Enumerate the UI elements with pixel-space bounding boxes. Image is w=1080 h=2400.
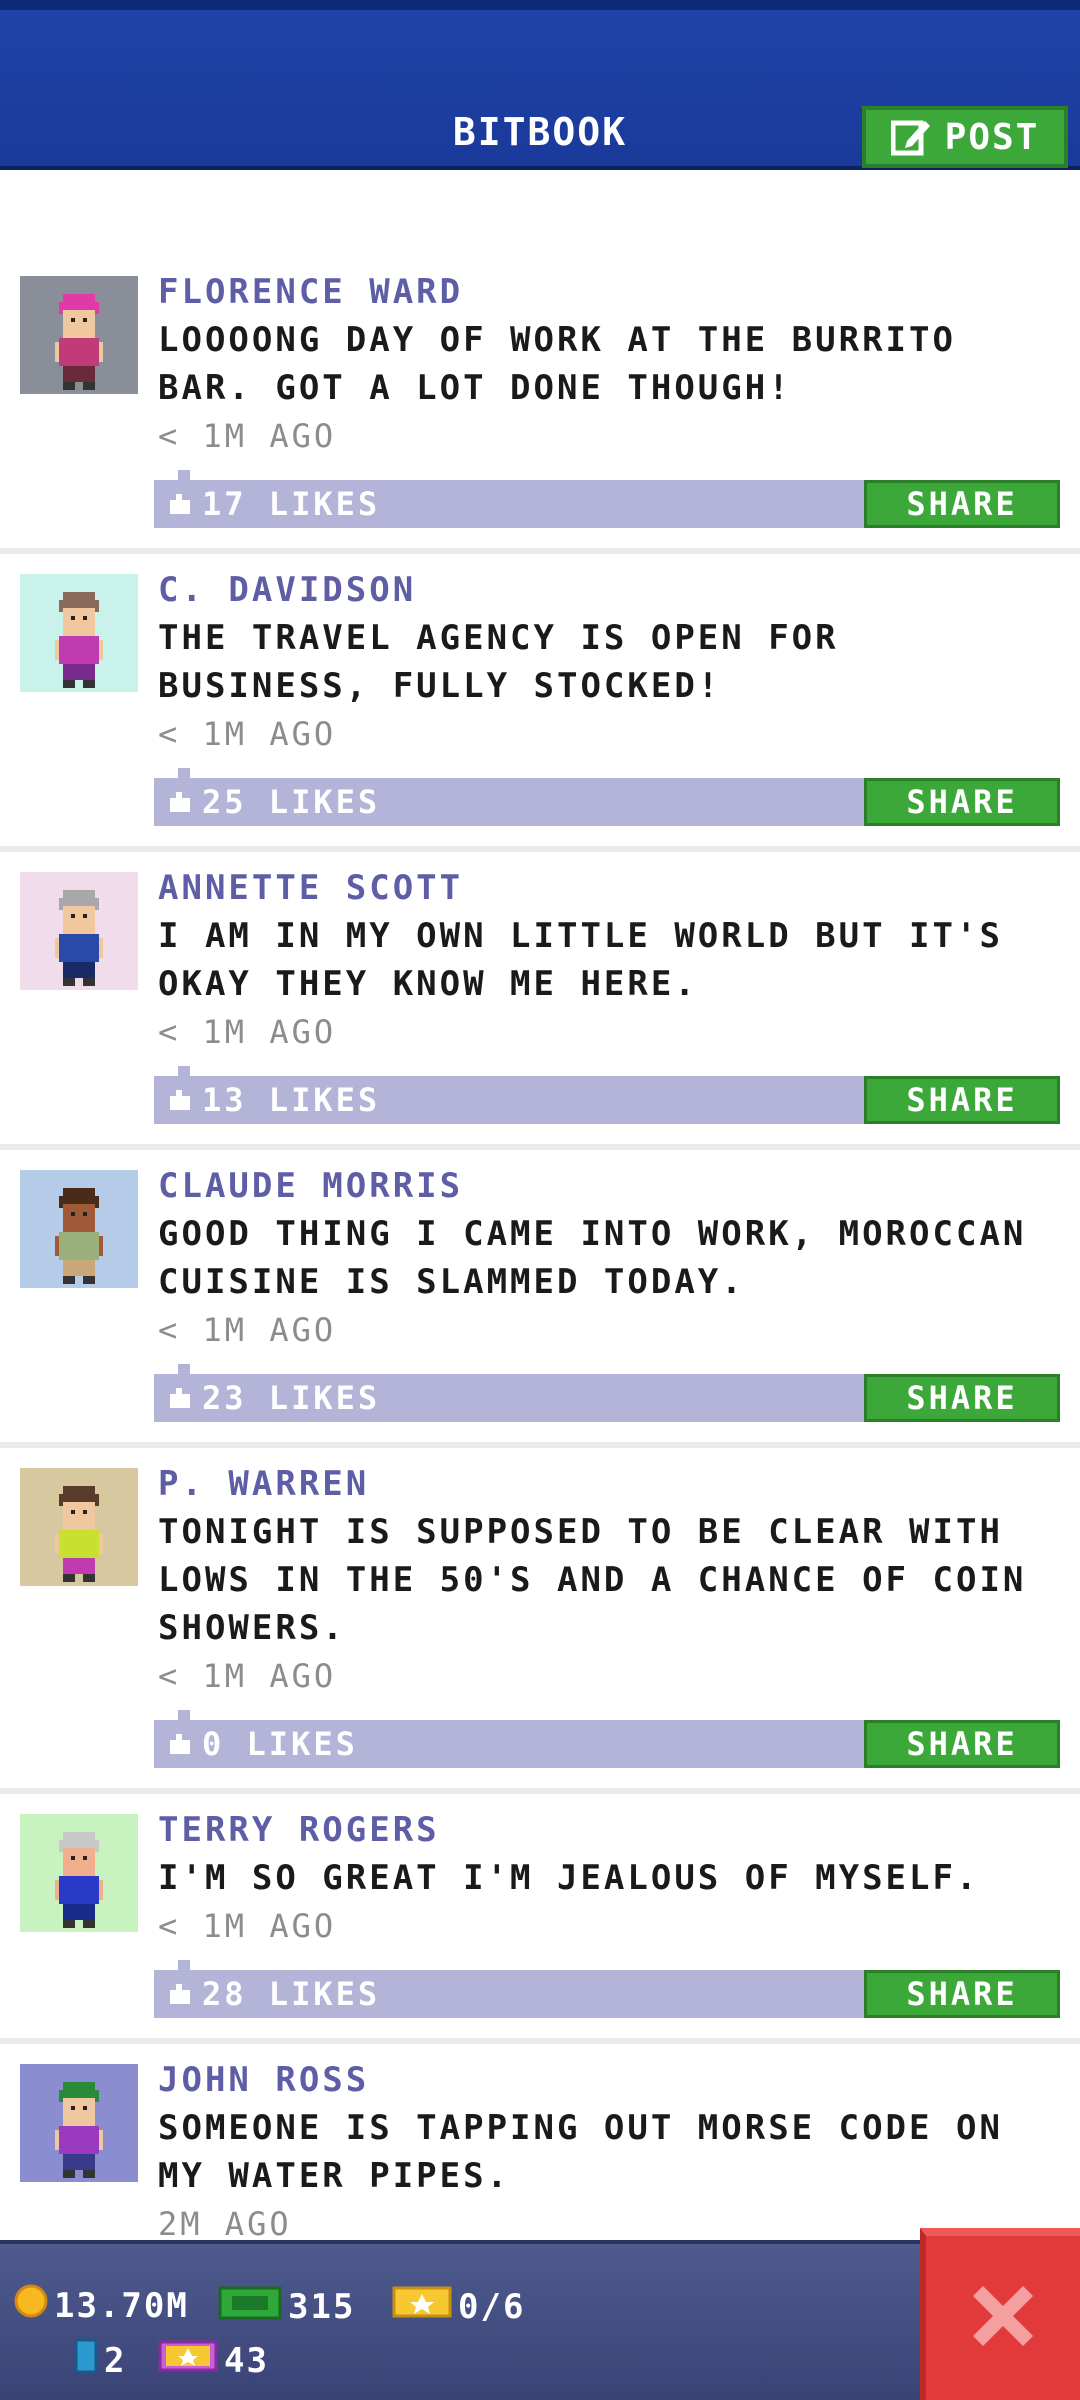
likes-bar: 17 LIKES SHARE: [154, 470, 1060, 528]
likes-count: 25 LIKES: [202, 783, 381, 821]
likes-count: 0 LIKES: [202, 1725, 358, 1763]
likes-bar: 28 LIKES SHARE: [154, 1960, 1060, 2018]
post-button-label: POST: [944, 116, 1040, 158]
post-time: < 1M AGO: [158, 1657, 337, 1695]
post-text: GOOD THING I CAME INTO WORK, MOROCCAN CU…: [158, 1214, 1027, 1302]
avatar[interactable]: [20, 276, 138, 394]
bux-icon: [218, 2284, 282, 2329]
like-icon[interactable]: [168, 494, 192, 514]
compose-icon: [890, 117, 931, 157]
ticket-icon: [392, 2284, 452, 2329]
share-button[interactable]: SHARE: [864, 1076, 1060, 1124]
post-body: P. WARREN TONIGHT IS SUPPOSED TO BE CLEAR…: [154, 1448, 1080, 1768]
person-icon: [55, 592, 103, 688]
like-icon[interactable]: [168, 1388, 192, 1408]
post-body: ANNETTE SCOTT I AM IN MY OWN LITTLE WORLD…: [154, 852, 1080, 1124]
feed-list[interactable]: FLORENCE WARD LOOOONG DAY OF WORK AT THE …: [0, 256, 1080, 2314]
feed-post: C. DAVIDSON THE TRAVEL AGENCY IS OPEN FOR…: [0, 554, 1080, 852]
person-icon: [55, 2082, 103, 2178]
avatar[interactable]: [20, 872, 138, 990]
coin-icon: [14, 2284, 48, 2327]
feed-post: TERRY ROGERS I'M SO GREAT I'M JEALOUS OF …: [0, 1794, 1080, 2044]
avatar[interactable]: [20, 2064, 138, 2182]
post-body: C. DAVIDSON THE TRAVEL AGENCY IS OPEN FOR…: [154, 554, 1080, 826]
like-icon[interactable]: [168, 1984, 192, 2004]
person-icon: [55, 1188, 103, 1284]
tickets-value: 0/6: [458, 2286, 526, 2327]
likes-count: 28 LIKES: [202, 1975, 381, 2013]
feed-post: ANNETTE SCOTT I AM IN MY OWN LITTLE WORLD…: [0, 852, 1080, 1150]
vip-ticket-icon: [158, 2338, 218, 2383]
likes-count: 13 LIKES: [202, 1081, 381, 1119]
vip-value: 43: [224, 2340, 269, 2381]
post-author[interactable]: C. DAVIDSON: [158, 566, 1060, 614]
feed-post: CLAUDE MORRIS GOOD THING I CAME INTO WORK…: [0, 1150, 1080, 1448]
post-author[interactable]: ANNETTE SCOTT: [158, 864, 1060, 912]
like-icon[interactable]: [168, 1090, 192, 1110]
post-button[interactable]: POST: [862, 106, 1068, 168]
elevator-stat: 2: [74, 2338, 126, 2383]
person-icon: [55, 1832, 103, 1928]
post-body: TERRY ROGERS I'M SO GREAT I'M JEALOUS OF …: [154, 1794, 1080, 2018]
avatar[interactable]: [20, 1170, 138, 1288]
bux-stat: 315: [218, 2284, 355, 2329]
likes-count: 17 LIKES: [202, 485, 381, 523]
post-author[interactable]: FLORENCE WARD: [158, 268, 1060, 316]
feed-post: P. WARREN TONIGHT IS SUPPOSED TO BE CLEAR…: [0, 1448, 1080, 1794]
post-author[interactable]: JOHN ROSS: [158, 2056, 1060, 2104]
coins-stat: 13.70M: [14, 2284, 189, 2327]
post-time: < 1M AGO: [158, 417, 337, 455]
person-icon: [55, 890, 103, 986]
bux-value: 315: [288, 2286, 356, 2327]
share-button[interactable]: SHARE: [864, 480, 1060, 528]
share-button[interactable]: SHARE: [864, 1374, 1060, 1422]
app-header: BITBOOK POST: [0, 0, 1080, 170]
likes-bar: 25 LIKES SHARE: [154, 768, 1060, 826]
share-button[interactable]: SHARE: [864, 1970, 1060, 2018]
avatar[interactable]: [20, 1814, 138, 1932]
feed-post: FLORENCE WARD LOOOONG DAY OF WORK AT THE …: [0, 256, 1080, 554]
vip-stat: 43: [158, 2338, 269, 2383]
share-button[interactable]: SHARE: [864, 778, 1060, 826]
post-body: CLAUDE MORRIS GOOD THING I CAME INTO WORK…: [154, 1150, 1080, 1422]
coins-value: 13.70M: [54, 2285, 189, 2326]
elevator-icon: [74, 2338, 98, 2383]
post-time: < 1M AGO: [158, 1013, 337, 1051]
close-icon: [963, 2276, 1043, 2360]
likes-bar: 13 LIKES SHARE: [154, 1066, 1060, 1124]
avatar[interactable]: [20, 574, 138, 692]
post-time: < 1M AGO: [158, 715, 337, 753]
like-icon[interactable]: [168, 792, 192, 812]
post-text: TONIGHT IS SUPPOSED TO BE CLEAR WITH LOW…: [158, 1512, 1027, 1648]
person-icon: [55, 1486, 103, 1582]
likes-count: 23 LIKES: [202, 1379, 381, 1417]
post-text: LOOOONG DAY OF WORK AT THE BURRITO BAR. …: [158, 320, 956, 408]
status-bar: 13.70M 315 0/6 2 43: [0, 2240, 1080, 2400]
share-button[interactable]: SHARE: [864, 1720, 1060, 1768]
post-body: FLORENCE WARD LOOOONG DAY OF WORK AT THE …: [154, 256, 1080, 528]
post-text: THE TRAVEL AGENCY IS OPEN FOR BUSINESS, …: [158, 618, 839, 706]
avatar[interactable]: [20, 1468, 138, 1586]
post-author[interactable]: TERRY ROGERS: [158, 1806, 1060, 1854]
close-button[interactable]: [920, 2228, 1080, 2400]
post-text: I AM IN MY OWN LITTLE WORLD BUT IT'S OKA…: [158, 916, 1003, 1004]
person-icon: [55, 294, 103, 390]
post-text: I'M SO GREAT I'M JEALOUS OF MYSELF.: [158, 1858, 980, 1898]
post-time: < 1M AGO: [158, 1311, 337, 1349]
post-author[interactable]: CLAUDE MORRIS: [158, 1162, 1060, 1210]
post-time: < 1M AGO: [158, 1907, 337, 1945]
likes-bar: 23 LIKES SHARE: [154, 1364, 1060, 1422]
tickets-stat: 0/6: [392, 2284, 525, 2329]
post-author[interactable]: P. WARREN: [158, 1460, 1060, 1508]
post-text: SOMEONE IS TAPPING OUT MORSE CODE ON MY …: [158, 2108, 1003, 2196]
elevator-value: 2: [104, 2340, 127, 2381]
likes-bar: 0 LIKES SHARE: [154, 1710, 1060, 1768]
like-icon[interactable]: [168, 1734, 192, 1754]
